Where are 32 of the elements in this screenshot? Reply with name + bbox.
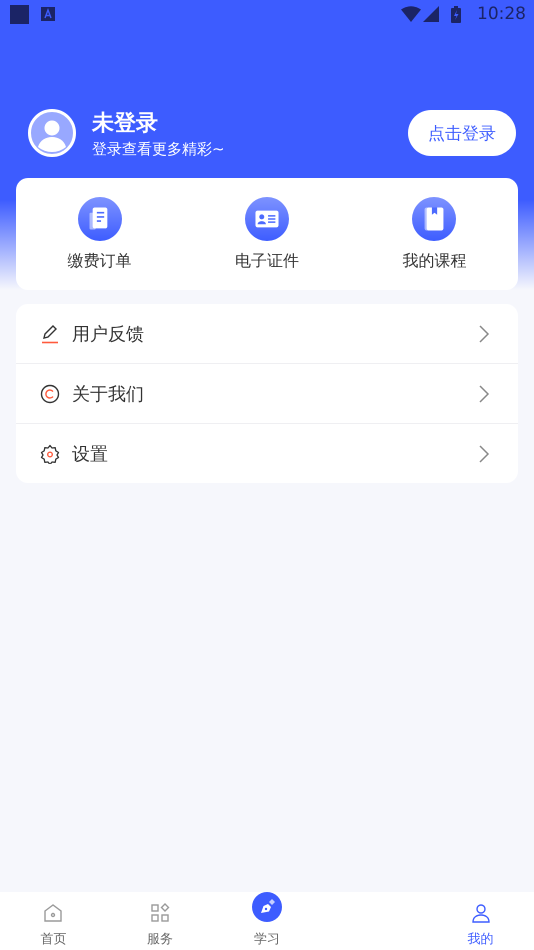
chevron-right-icon bbox=[478, 384, 490, 404]
notification-icon bbox=[10, 4, 29, 24]
home-icon bbox=[42, 902, 64, 924]
menu-item[interactable]: 用户反馈 bbox=[72, 322, 478, 346]
tab[interactable]: 服务 bbox=[147, 930, 174, 948]
signal-icon bbox=[423, 6, 439, 22]
person-icon bbox=[470, 902, 492, 924]
menu-item[interactable]: 设置 bbox=[72, 442, 478, 466]
wifi-icon bbox=[401, 6, 421, 22]
pencil-icon bbox=[40, 324, 60, 344]
clock-time: 10:28 bbox=[477, 4, 526, 24]
settings-icon bbox=[40, 444, 60, 464]
chevron-right-icon bbox=[478, 444, 490, 464]
copyright-icon bbox=[40, 384, 60, 404]
shortcut-label[interactable]: 缴费订单 bbox=[68, 250, 132, 272]
app-notification-icon bbox=[41, 7, 55, 21]
tab[interactable]: 首页 bbox=[40, 930, 66, 948]
id-card-icon bbox=[244, 196, 289, 240]
shortcut-label[interactable]: 我的课程 bbox=[402, 250, 466, 272]
menu-item[interactable]: 关于我们 bbox=[72, 382, 478, 406]
document-icon bbox=[78, 196, 122, 240]
book-icon bbox=[412, 196, 456, 240]
battery-icon bbox=[451, 6, 461, 22]
chevron-right-icon bbox=[478, 324, 490, 344]
tab[interactable]: 我的 bbox=[468, 930, 494, 948]
user-name: 未登录 bbox=[92, 110, 159, 138]
grid-icon bbox=[149, 902, 172, 924]
avatar-icon bbox=[28, 109, 76, 157]
login-hint: 登录查看更多精彩~ bbox=[92, 140, 226, 158]
shortcut-label[interactable]: 电子证件 bbox=[234, 250, 299, 272]
login-button[interactable]: 点击登录 bbox=[408, 110, 516, 156]
tab[interactable]: 学习 bbox=[254, 930, 280, 948]
